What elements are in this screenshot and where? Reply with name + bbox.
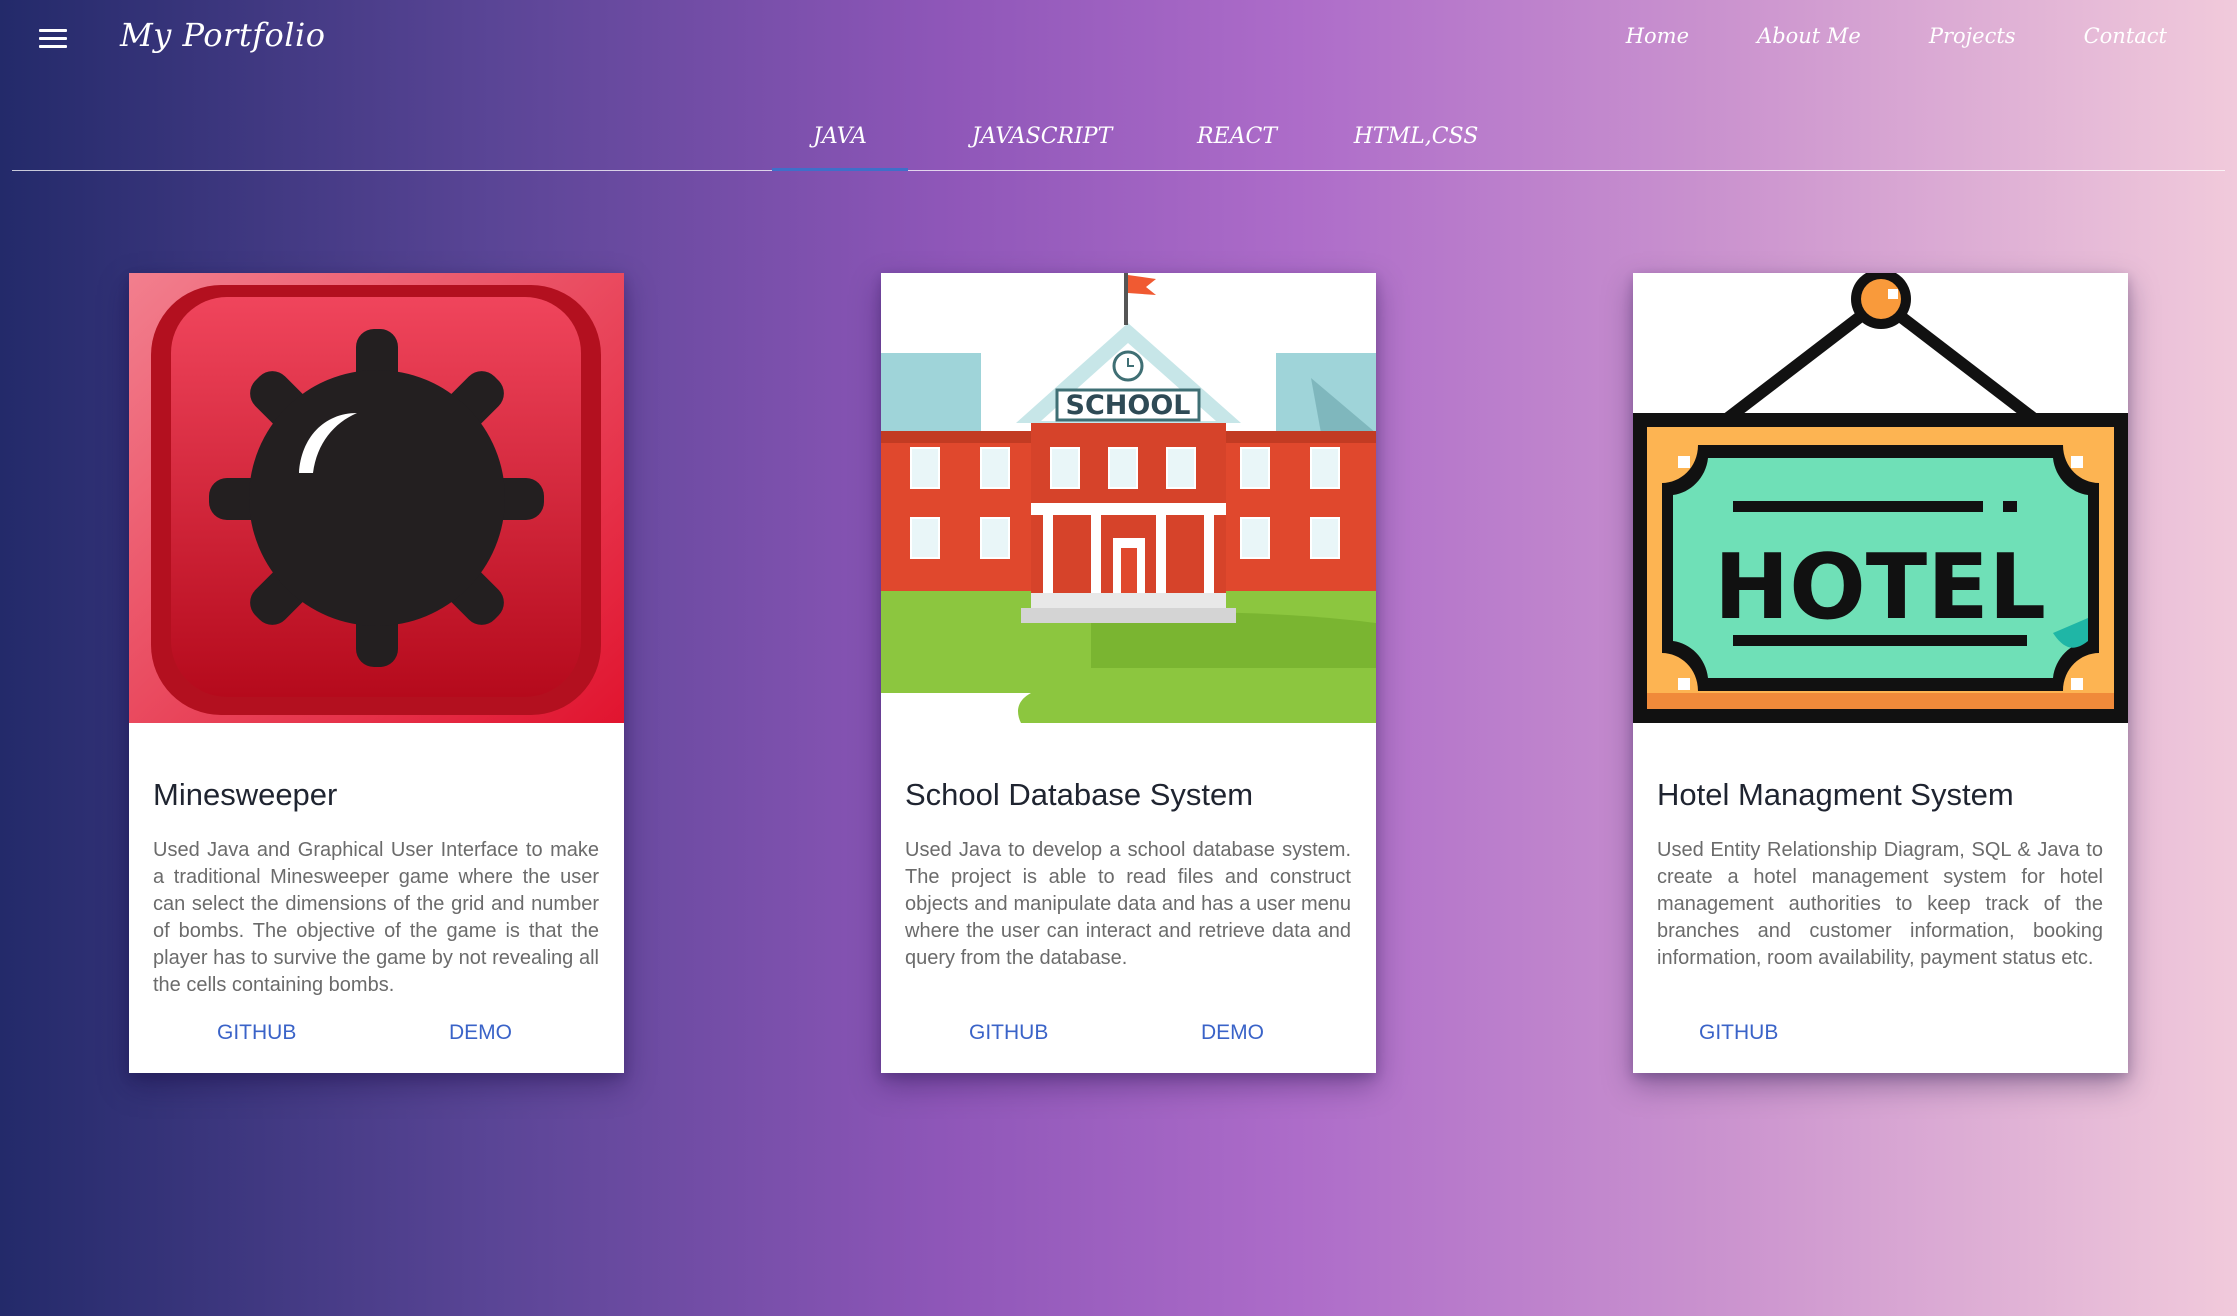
tab-java[interactable]: JAVA xyxy=(772,120,908,171)
app-bar: My Portfolio Home About Me Projects Cont… xyxy=(0,0,2237,80)
project-card-school-database: SCHOOL School Database System Used Java … xyxy=(881,273,1376,1073)
project-card-hotel-management: HOTEL Hotel Managment System Used Entity… xyxy=(1633,273,2128,1073)
nav-about-me-link[interactable]: About Me xyxy=(1757,24,1861,48)
card-actions: GITHUB DEMO xyxy=(129,1021,624,1061)
github-button[interactable]: GITHUB xyxy=(969,1021,1048,1045)
svg-text:SCHOOL: SCHOOL xyxy=(1066,390,1191,421)
tab-html-css[interactable]: HTML,CSS xyxy=(1332,120,1500,168)
github-button[interactable]: GITHUB xyxy=(217,1021,296,1045)
nav-projects-link[interactable]: Projects xyxy=(1929,24,2016,48)
card-description: Used Java to develop a school database s… xyxy=(905,839,1351,969)
card-actions: GITHUB DEMO xyxy=(881,1021,1376,1061)
project-category-tabs: JAVA JAVASCRIPT REACT HTML,CSS xyxy=(12,112,2225,171)
nav-home-link[interactable]: Home xyxy=(1626,24,1689,48)
nav-contact-link[interactable]: Contact xyxy=(2084,24,2167,48)
hamburger-menu-icon[interactable] xyxy=(36,24,72,54)
card-title: School Database System xyxy=(905,777,1254,812)
github-button[interactable]: GITHUB xyxy=(1699,1021,1778,1045)
school-building-illustration: SCHOOL xyxy=(881,273,1376,723)
hotel-hanging-sign-icon: HOTEL xyxy=(1633,273,2128,723)
tab-javascript[interactable]: JAVASCRIPT xyxy=(952,120,1132,168)
demo-button[interactable]: DEMO xyxy=(449,1021,512,1045)
card-description: Used Java and Graphical User Interface t… xyxy=(153,839,599,996)
card-title: Minesweeper xyxy=(153,777,338,812)
card-actions: GITHUB xyxy=(1633,1021,2128,1061)
card-title: Hotel Managment System xyxy=(1657,777,2014,812)
svg-text:HOTEL: HOTEL xyxy=(1714,535,2046,640)
card-description: Used Entity Relationship Diagram, SQL & … xyxy=(1657,839,2103,969)
top-nav: Home About Me Projects Contact xyxy=(1626,24,2167,48)
project-card-minesweeper: Minesweeper Used Java and Graphical User… xyxy=(129,273,624,1073)
demo-button[interactable]: DEMO xyxy=(1201,1021,1264,1045)
tab-react[interactable]: REACT xyxy=(1172,120,1302,168)
minesweeper-bomb-icon xyxy=(129,273,624,723)
brand-title[interactable]: My Portfolio xyxy=(120,16,326,54)
